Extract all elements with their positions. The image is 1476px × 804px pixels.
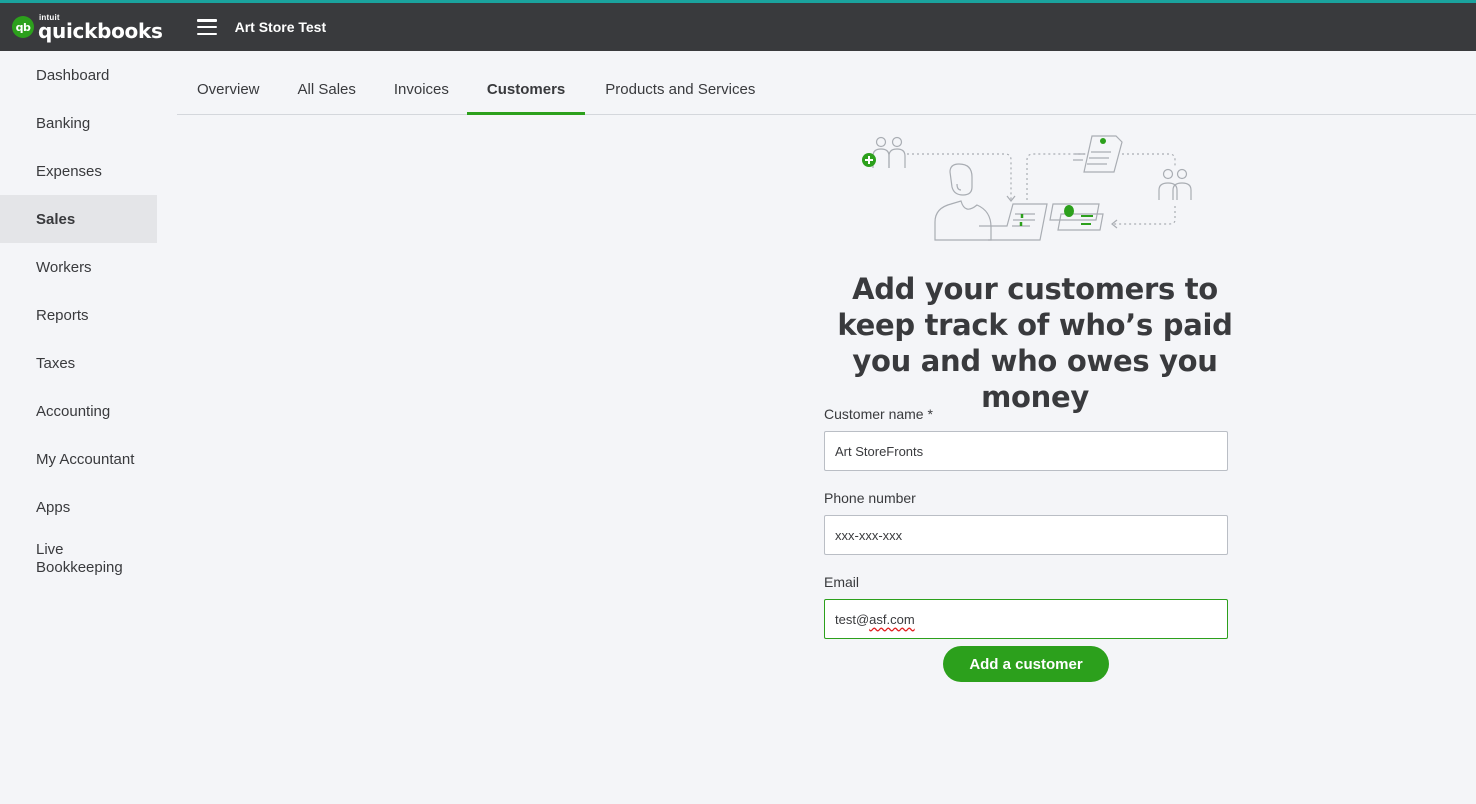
customer-name-label: Customer name * — [824, 406, 933, 422]
sidebar-item-dashboard[interactable]: Dashboard — [0, 51, 157, 99]
add-customer-form: Customer name * Art StoreFronts Phone nu… — [824, 406, 1228, 658]
tab-invoices[interactable]: Invoices — [374, 69, 467, 115]
empty-state-headline: Add your customers to keep track of who’… — [837, 272, 1233, 414]
tab-products-and-services[interactable]: Products and Services — [585, 69, 773, 115]
customers-illustration — [862, 135, 1192, 241]
add-customer-button[interactable]: Add a customer — [943, 646, 1109, 682]
tab-all-sales[interactable]: All Sales — [278, 69, 374, 115]
sidebar-item-expenses[interactable]: Expenses — [0, 147, 157, 195]
logo-wordmark: intuit quickbooks — [38, 13, 163, 43]
sidebar-item-sales[interactable]: Sales — [0, 195, 157, 243]
sidebar: Dashboard Banking Expenses Sales Workers… — [0, 51, 157, 804]
sidebar-item-workers[interactable]: Workers — [0, 243, 157, 291]
phone-number-label: Phone number — [824, 490, 916, 506]
quickbooks-logo[interactable]: qb intuit quickbooks — [12, 3, 163, 51]
hamburger-menu-icon[interactable] — [196, 19, 217, 35]
top-bar: qb intuit quickbooks Art Store Test — [0, 0, 1476, 51]
sidebar-item-label-line1: Live — [36, 541, 64, 558]
qb-logo-icon: qb — [12, 16, 34, 38]
sidebar-item-banking[interactable]: Banking — [0, 99, 157, 147]
sidebar-item-apps[interactable]: Apps — [0, 483, 157, 531]
company-name: Art Store Test — [234, 19, 327, 35]
customer-name-input[interactable]: Art StoreFronts — [824, 431, 1228, 471]
sidebar-item-accounting[interactable]: Accounting — [0, 387, 157, 435]
tab-customers[interactable]: Customers — [466, 69, 586, 115]
sidebar-item-live-bookkeeping[interactable]: Live Bookkeeping — [0, 531, 157, 587]
sidebar-item-my-accountant[interactable]: My Accountant — [0, 435, 157, 483]
sidebar-item-taxes[interactable]: Taxes — [0, 339, 157, 387]
email-value-prefix: test@ — [835, 611, 870, 627]
email-value-misspelled: asf.com — [869, 611, 915, 627]
person-head-icon — [875, 136, 887, 148]
tab-overview[interactable]: Overview — [177, 69, 278, 115]
sidebar-item-label-line2: Bookkeeping — [36, 559, 123, 576]
sidebar-item-reports[interactable]: Reports — [0, 291, 157, 339]
phone-number-input[interactable]: xxx-xxx-xxx — [824, 515, 1228, 555]
email-input[interactable]: test@ asf.com — [824, 599, 1228, 639]
quickbooks-wordmark: quickbooks — [38, 18, 163, 43]
email-label: Email — [824, 574, 860, 590]
sales-tabs: Overview All Sales Invoices Customers Pr… — [177, 51, 1476, 115]
